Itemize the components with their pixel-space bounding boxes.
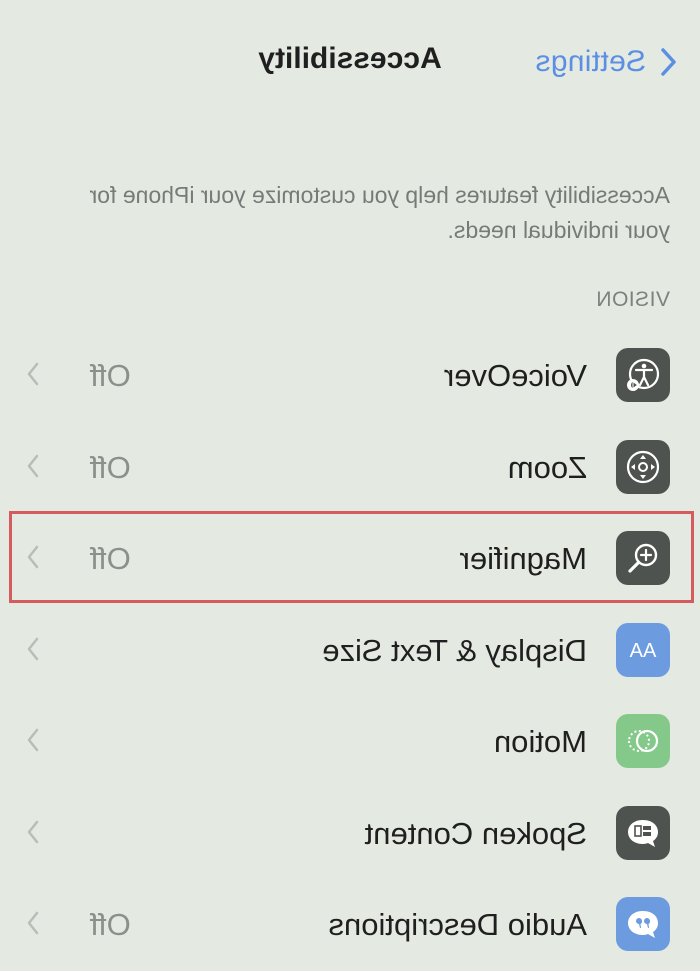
- list-item-title: Audio Descriptions: [328, 907, 587, 942]
- chevron-right-icon: [27, 545, 39, 569]
- audio-descriptions-icon: [616, 897, 670, 951]
- list-item-title: Magnifier: [459, 541, 588, 576]
- voiceover-icon: [616, 348, 670, 402]
- chevron-right-icon: [27, 820, 39, 843]
- zoom-icon: [616, 439, 670, 494]
- chevron-right-icon: [27, 362, 39, 386]
- text-size-icon: AA: [616, 622, 670, 677]
- list-item-display-text-size[interactable]: AA Display & Text Size: [0, 605, 700, 697]
- chevron-right-icon: [27, 728, 39, 752]
- list-item-spoken-content[interactable]: Spoken Content: [0, 788, 700, 880]
- list-item-zoom[interactable]: Zoom Off: [0, 422, 700, 514]
- list-item-value: Off: [90, 541, 131, 576]
- list-item-title: Zoom: [507, 449, 587, 485]
- motion-icon: [616, 714, 670, 768]
- list-item-title: Spoken Content: [364, 815, 587, 851]
- svg-text:AA: AA: [630, 640, 657, 662]
- chevron-right-icon: [27, 911, 39, 935]
- navigation-bar: Settings Accessibility: [0, 30, 700, 94]
- chevron-right-icon: [27, 637, 39, 660]
- page-title: Accessibility: [258, 42, 442, 75]
- list-item-voiceover[interactable]: VoiceOver Off: [0, 330, 700, 422]
- description-text: Accessibility features help you customiz…: [89, 182, 670, 243]
- magnifier-icon: [616, 531, 670, 585]
- list-item-value: Off: [90, 358, 131, 393]
- list-item-value: Off: [90, 907, 131, 942]
- spoken-content-icon: [616, 805, 670, 860]
- list-item-motion[interactable]: Motion: [0, 696, 700, 788]
- list-item-audio-descriptions[interactable]: Audio Descriptions Off: [0, 879, 700, 971]
- mirrored-screen: Settings Accessibility Accessibility fea…: [0, 0, 700, 969]
- list-item-title: Display & Text Size: [322, 632, 587, 668]
- list-item-value: Off: [90, 449, 131, 485]
- chevron-right-icon: [27, 454, 39, 477]
- section-header-vision: VISION: [595, 288, 670, 311]
- vision-settings-list: VoiceOver Off Zoom Off Magnifier Off AA …: [0, 330, 700, 971]
- list-item-title: VoiceOver: [443, 358, 587, 393]
- list-item-magnifier[interactable]: Magnifier Off: [0, 513, 700, 605]
- list-item-title: Motion: [493, 724, 587, 759]
